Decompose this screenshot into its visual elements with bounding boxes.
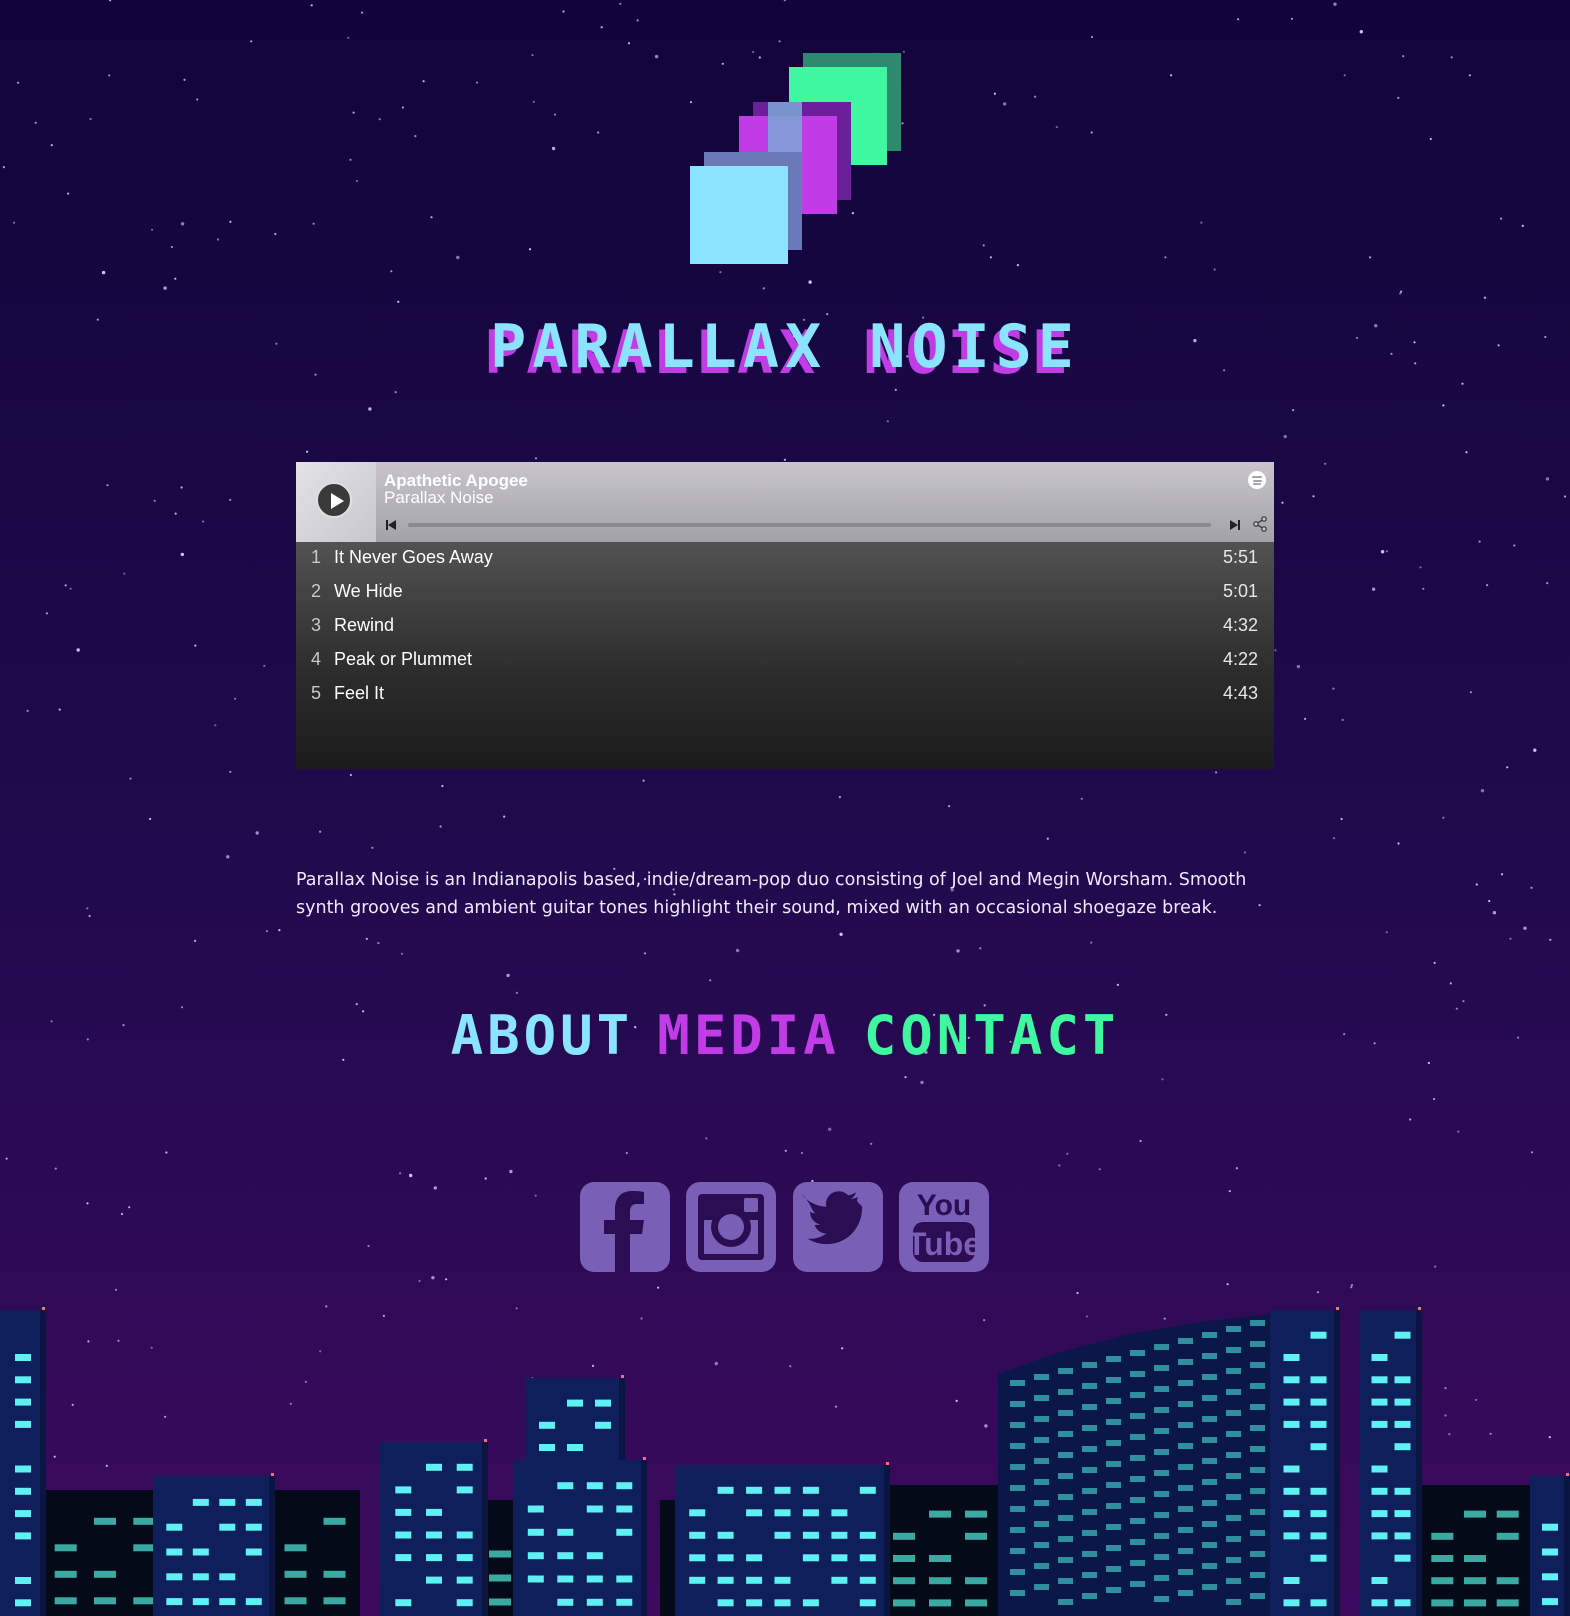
track-duration: 4:22 — [1222, 649, 1258, 669]
youtube-tube-text: Tube — [907, 1226, 981, 1262]
band-bio: Parallax Noise is an Indianapolis based,… — [296, 870, 1247, 918]
main-nav: ABOUT MEDIA CONTACT — [0, 1004, 1570, 1067]
share-icon[interactable] — [1252, 516, 1268, 532]
spotify-logo-icon[interactable] — [1248, 471, 1266, 489]
nav-about-link[interactable]: ABOUT — [451, 1004, 634, 1067]
spotify-player[interactable]: Apathetic Apogee Parallax Noise 1 It Nev… — [296, 462, 1274, 769]
track-number: 3 — [311, 615, 322, 635]
youtube-icon[interactable]: You Tube — [899, 1182, 989, 1272]
track-duration: 5:51 — [1222, 547, 1258, 567]
track-name: Feel It — [334, 683, 385, 703]
play-button[interactable] — [316, 482, 352, 518]
track-list: 1 It Never Goes Away 5:51 2 We Hide 5:01… — [296, 542, 1274, 712]
album-art — [296, 462, 376, 542]
track-number: 4 — [311, 649, 322, 669]
track-name: We Hide — [334, 581, 403, 601]
band-title: PARALLAX NOISE — [490, 312, 1080, 382]
track-number: 2 — [311, 581, 322, 601]
track-duration: 4:32 — [1222, 615, 1258, 635]
track-row[interactable]: 5 Feel It 4:43 — [296, 678, 1274, 712]
artist-name[interactable]: Parallax Noise — [384, 488, 494, 508]
player-header: Apathetic Apogee Parallax Noise — [296, 462, 1274, 542]
city-skyline — [0, 1307, 1570, 1616]
track-name: Peak or Plummet — [334, 649, 473, 669]
track-row[interactable]: 4 Peak or Plummet 4:22 — [296, 644, 1274, 678]
instagram-icon[interactable] — [686, 1182, 776, 1272]
youtube-you-text: You — [917, 1189, 971, 1222]
nav-media-link[interactable]: MEDIA — [657, 1004, 840, 1067]
track-number: 5 — [311, 683, 322, 703]
track-row[interactable]: 2 We Hide 5:01 — [296, 576, 1274, 610]
previous-track-icon[interactable] — [385, 519, 397, 531]
nav-contact-link[interactable]: CONTACT — [864, 1004, 1120, 1067]
band-logo — [690, 50, 915, 265]
track-name: It Never Goes Away — [334, 547, 493, 567]
track-duration: 5:01 — [1222, 581, 1258, 601]
twitter-icon[interactable] — [793, 1182, 883, 1272]
facebook-icon[interactable] — [580, 1182, 670, 1272]
track-row[interactable]: 3 Rewind 4:32 — [296, 610, 1274, 644]
track-number: 1 — [311, 547, 322, 567]
track-duration: 4:43 — [1222, 683, 1258, 703]
next-track-icon[interactable] — [1229, 519, 1241, 531]
track-row[interactable]: 1 It Never Goes Away 5:51 — [296, 542, 1274, 576]
social-links: You Tube — [580, 1182, 990, 1274]
progress-bar[interactable] — [408, 523, 1211, 527]
track-name: Rewind — [334, 615, 395, 635]
